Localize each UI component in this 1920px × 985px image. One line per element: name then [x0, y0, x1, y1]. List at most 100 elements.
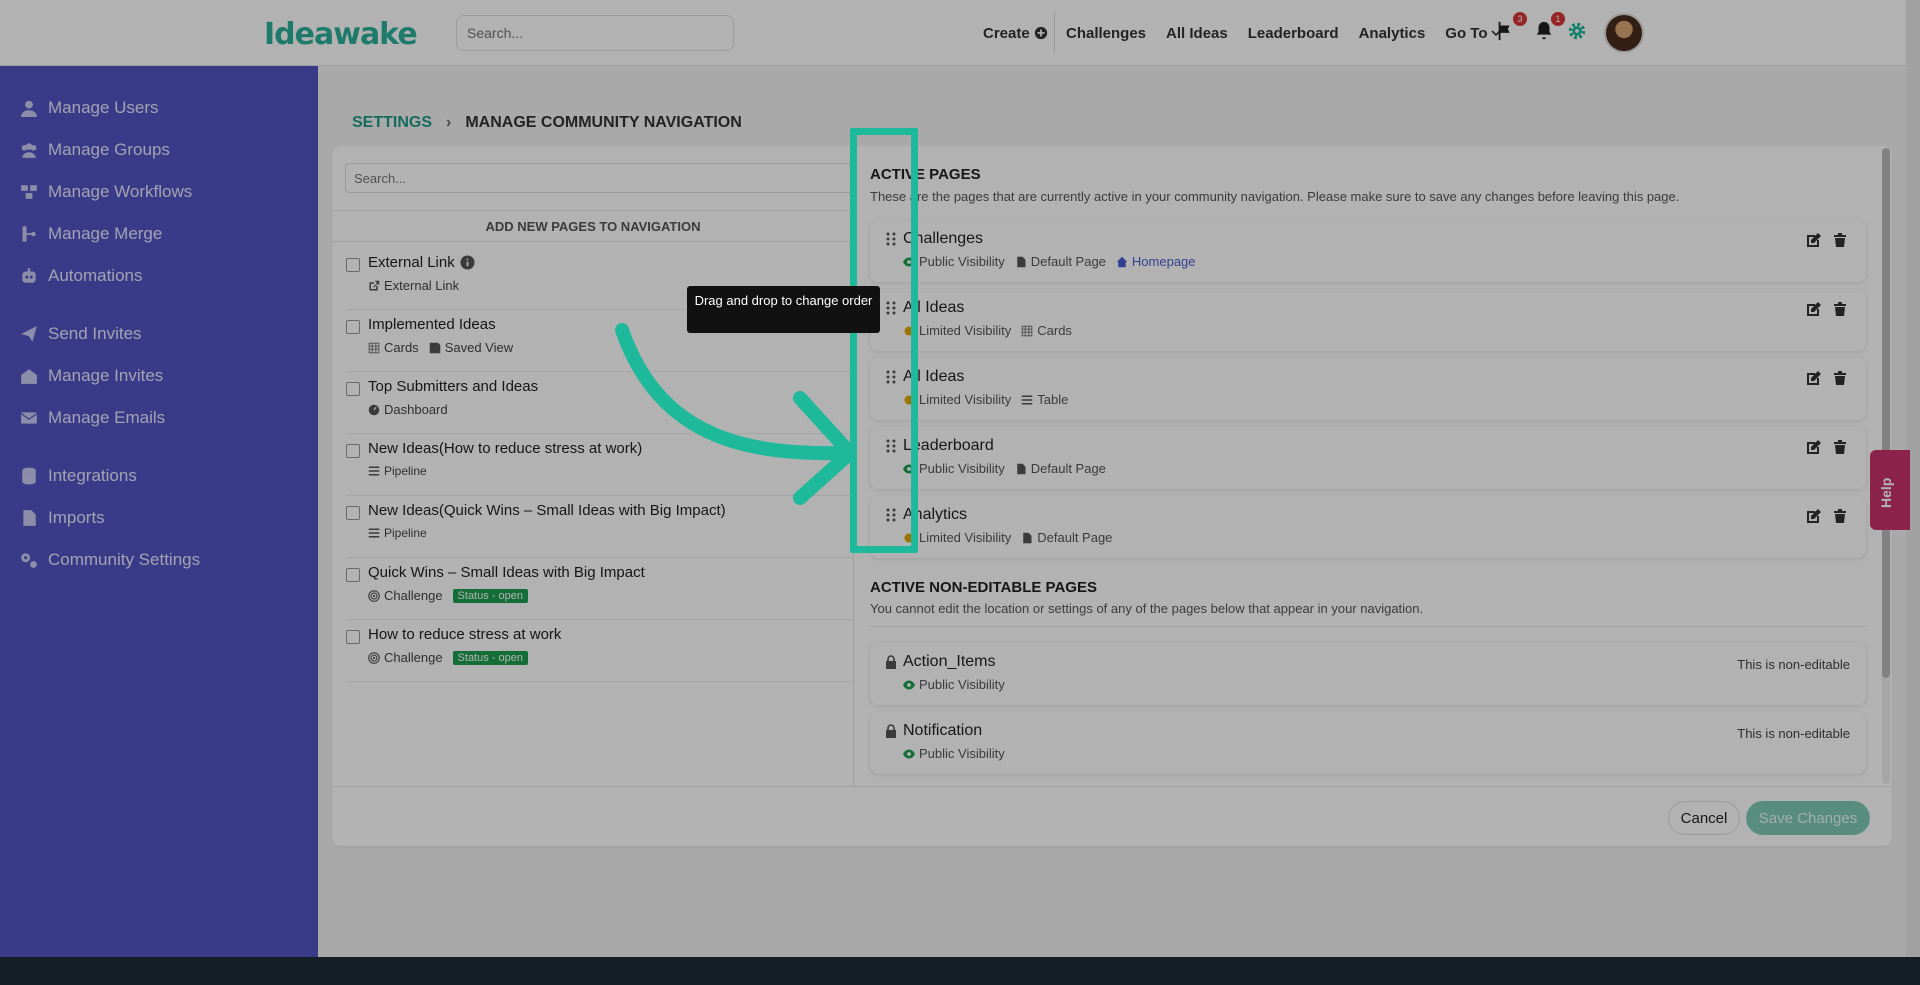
trash-icon[interactable]	[1832, 439, 1848, 455]
file-icon	[1023, 532, 1032, 543]
active-page-item[interactable]: All Ideas Limited Visibility Table	[870, 358, 1866, 420]
sidebar-item-label: Imports	[48, 508, 105, 527]
sidebar-item-manage-groups[interactable]: Manage Groups	[20, 140, 170, 160]
nav-analytics[interactable]: Analytics	[1359, 25, 1426, 42]
add-pages-heading: ADD NEW PAGES TO NAVIGATION	[332, 210, 854, 242]
breadcrumb: SETTINGS › MANAGE COMMUNITY NAVIGATION	[352, 114, 742, 132]
visibility-label: Public Visibility	[919, 677, 1005, 692]
sidebar-item-manage-emails[interactable]: Manage Emails	[20, 408, 165, 428]
ideawake-logo[interactable]: Ideawake	[264, 17, 418, 52]
edit-icon[interactable]	[1806, 439, 1822, 455]
cancel-button[interactable]: Cancel	[1668, 801, 1740, 835]
trash-icon[interactable]	[1832, 508, 1848, 524]
page-checkbox[interactable]	[346, 258, 360, 272]
page-checkbox[interactable]	[346, 568, 360, 582]
sidebar-item-community-settings[interactable]: Community Settings	[20, 550, 200, 570]
notification-button[interactable]: 1	[1533, 12, 1565, 44]
active-page-item[interactable]: All Ideas Limited Visibility Cards	[870, 289, 1866, 351]
active-page-item[interactable]: Leaderboard Public Visibility Default Pa…	[870, 427, 1866, 489]
file-icon	[23, 510, 36, 526]
sidebar-item-label: Send Invites	[48, 324, 142, 343]
sidebar-item-manage-invites[interactable]: Manage Invites	[20, 366, 163, 386]
page-type-label: Default Page	[1037, 530, 1113, 545]
nav-leaderboard[interactable]: Leaderboard	[1248, 25, 1339, 42]
page-type-label: Default Page	[1030, 461, 1106, 476]
trash-icon[interactable]	[1832, 370, 1848, 386]
nav-challenges[interactable]: Challenges	[1066, 25, 1146, 42]
help-label: Help	[1878, 477, 1894, 508]
workflow-icon	[21, 185, 37, 199]
sidebar: Manage Users Manage Groups Manage Workfl…	[0, 66, 318, 957]
nav-go-to[interactable]: Go To	[1445, 25, 1501, 42]
panel-scrollbar-thumb[interactable]	[1882, 148, 1890, 678]
edit-icon[interactable]	[1806, 370, 1822, 386]
page-title-text: Top Submitters and Ideas	[368, 378, 539, 395]
list-icon	[368, 528, 380, 538]
page-checkbox[interactable]	[346, 382, 360, 396]
page-type-label: Dashboard	[384, 402, 448, 417]
info-icon[interactable]	[460, 255, 475, 270]
nav-all-ideas[interactable]: All Ideas	[1166, 25, 1228, 42]
edit-icon[interactable]	[1806, 301, 1822, 317]
non-editable-page-item: Notification Public Visibility This is n…	[870, 712, 1866, 774]
active-pages-description: These are the pages that are currently a…	[870, 189, 1680, 204]
eye-icon	[903, 680, 915, 689]
gears-icon	[21, 553, 37, 568]
non-editable-note: This is non-editable	[1737, 657, 1850, 672]
sidebar-item-label: Automations	[48, 266, 143, 285]
sidebar-item-manage-workflows[interactable]: Manage Workflows	[20, 182, 192, 202]
breadcrumb-settings-link[interactable]: SETTINGS	[352, 114, 432, 132]
global-search-input[interactable]	[456, 15, 734, 51]
status-badge: Status - open	[452, 650, 528, 665]
save-changes-button[interactable]: Save Changes	[1746, 801, 1870, 835]
non-editable-page-name: Action_Items	[903, 653, 996, 670]
sidebar-item-manage-merge[interactable]: Manage Merge	[20, 224, 162, 244]
sidebar-item-send-invites[interactable]: Send Invites	[20, 324, 142, 344]
external-link-icon	[369, 280, 380, 290]
robot-icon	[22, 268, 36, 283]
list-item[interactable]: Quick Wins – Small Ideas with Big Impact…	[346, 558, 854, 620]
non-editable-page-item: Action_Items Public Visibility This is n…	[870, 643, 1866, 705]
page-title-text: External Link	[368, 254, 455, 271]
sidebar-item-imports[interactable]: Imports	[20, 508, 105, 528]
list-item[interactable]: How to reduce stress at work Challenge S…	[346, 620, 854, 682]
grid-icon	[1022, 325, 1033, 336]
active-page-item[interactable]: Challenges Public Visibility Default Pag…	[870, 220, 1866, 282]
trash-icon[interactable]	[1832, 232, 1848, 248]
pages-search-input[interactable]	[345, 163, 853, 193]
non-editable-note: This is non-editable	[1737, 726, 1850, 741]
users-icon	[21, 143, 37, 158]
visibility-label: Limited Visibility	[919, 392, 1012, 407]
edit-icon[interactable]	[1806, 508, 1822, 524]
list-icon	[368, 466, 380, 476]
help-tab[interactable]: Help	[1870, 450, 1910, 530]
top-nav-links: Challenges All Ideas Leaderboard Analyti…	[1066, 0, 1521, 66]
database-icon	[22, 467, 36, 485]
top-bar: Ideawake Create Challenges All Ideas Lea…	[0, 0, 1920, 66]
page-checkbox[interactable]	[346, 320, 360, 334]
settings-button[interactable]	[1566, 20, 1590, 44]
sidebar-item-manage-users[interactable]: Manage Users	[20, 98, 159, 118]
trash-icon[interactable]	[1832, 301, 1848, 317]
visibility-label: Public Visibility	[919, 461, 1005, 476]
non-editable-page-name: Notification	[903, 722, 983, 739]
breadcrumb-separator-icon: ›	[446, 114, 452, 131]
active-page-item[interactable]: Analytics Limited Visibility Default Pag…	[870, 496, 1866, 558]
page-checkbox[interactable]	[346, 506, 360, 520]
send-icon	[21, 326, 37, 342]
flag-button[interactable]: 3	[1495, 12, 1527, 44]
target-icon	[368, 651, 380, 664]
edit-icon[interactable]	[1806, 232, 1822, 248]
page-type-label: Pipeline	[384, 526, 427, 540]
sidebar-item-integrations[interactable]: Integrations	[20, 466, 137, 486]
page-checkbox[interactable]	[346, 630, 360, 644]
nav-create[interactable]: Create	[983, 25, 1048, 42]
target-icon	[368, 589, 380, 602]
page-view-label: Table	[1037, 392, 1069, 407]
user-avatar[interactable]	[1604, 13, 1644, 53]
grid-icon	[368, 342, 380, 353]
eye-icon	[903, 749, 915, 758]
sidebar-item-automations[interactable]: Automations	[20, 266, 143, 286]
file-icon	[1017, 463, 1026, 474]
page-checkbox[interactable]	[346, 444, 360, 458]
